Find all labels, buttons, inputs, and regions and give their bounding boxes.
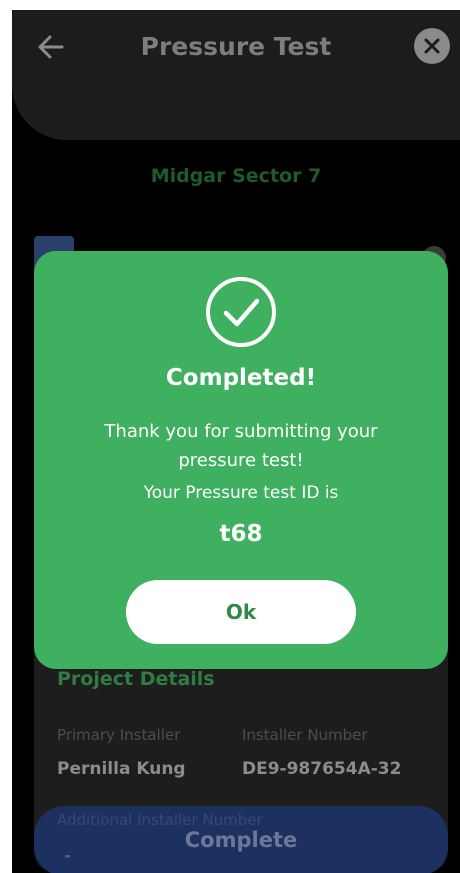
test-id-label: Your Pressure test ID is	[143, 483, 339, 503]
additional-installer-value: -	[64, 846, 72, 866]
dialog-message: Thank you for submitting your pressure t…	[104, 421, 378, 471]
complete-label: Complete	[184, 828, 298, 852]
check-circle-icon	[204, 275, 278, 349]
primary-installer-label: Primary Installer	[57, 726, 181, 744]
header: Pressure Test	[12, 10, 460, 140]
test-id-value: t68	[219, 521, 263, 547]
app-screen: Pressure Test Midgar Sector 7 Project De…	[12, 10, 460, 873]
page-title: Pressure Test	[140, 32, 332, 61]
primary-installer-value: Pernilla Kung	[57, 759, 186, 779]
ok-label: Ok	[225, 600, 257, 624]
installer-number-label: Installer Number	[242, 726, 368, 744]
additional-installer-label: Additional Installer Number	[57, 811, 263, 829]
ok-button[interactable]: Ok	[126, 580, 356, 644]
completion-dialog: Completed! Thank you for submitting your…	[34, 251, 448, 669]
site-name: Midgar Sector 7	[150, 165, 322, 187]
installer-number-value: DE9-987654A-32	[242, 759, 402, 779]
project-details-title: Project Details	[57, 668, 215, 690]
close-icon	[424, 38, 440, 54]
close-button[interactable]	[414, 28, 450, 64]
dialog-heading: Completed!	[165, 365, 317, 391]
